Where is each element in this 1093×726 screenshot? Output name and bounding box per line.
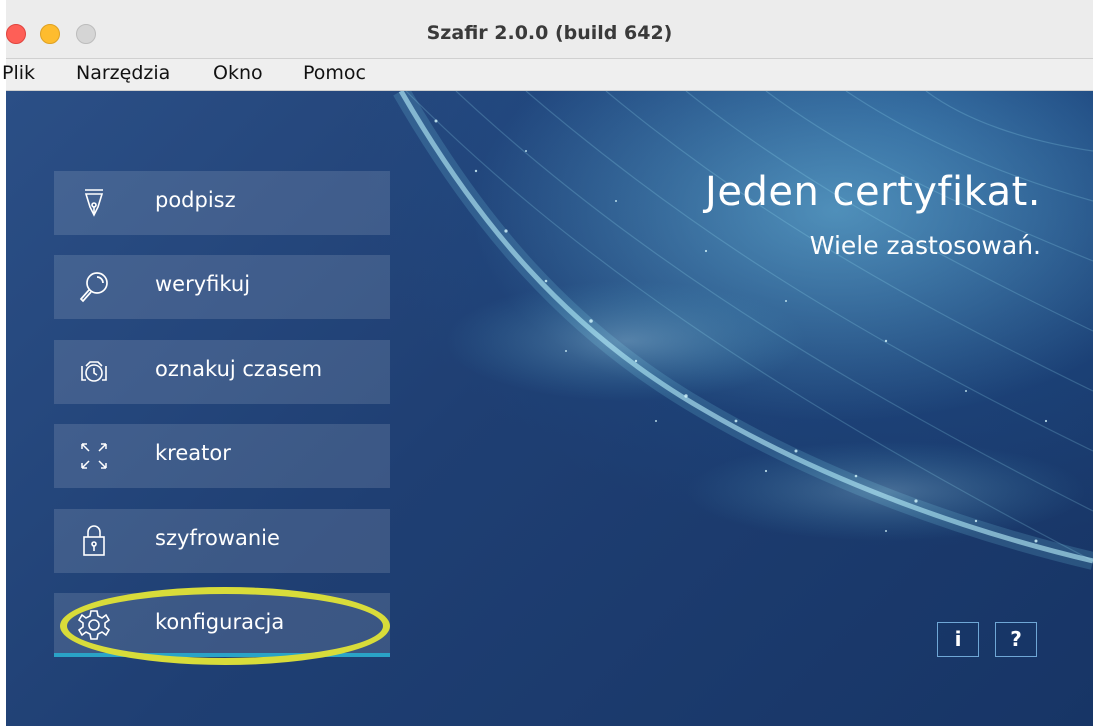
info-button[interactable]: i: [937, 622, 979, 657]
slogan-subline: Wiele zastosowań.: [809, 231, 1041, 260]
menu-okno[interactable]: Okno: [213, 62, 263, 84]
timestamp-label: oznakuj czasem: [155, 357, 323, 381]
menu-bar: Plik Narzędzia Okno Pomoc: [2, 59, 1093, 91]
expand-arrows-icon: [81, 443, 107, 469]
slogan-headline: Jeden certyfikat.: [705, 169, 1041, 215]
encryption-label: szyfrowanie: [155, 526, 280, 550]
wizard-label: kreator: [155, 441, 231, 465]
menu-narzedzia[interactable]: Narzędzia: [76, 62, 170, 84]
window-title: Szafir 2.0.0 (build 642): [426, 22, 673, 44]
help-button[interactable]: ?: [995, 622, 1037, 657]
magnifier-icon: [79, 272, 108, 303]
highlight-ellipse: [60, 587, 390, 665]
sign-label: podpisz: [155, 188, 236, 212]
encryption-button[interactable]: szyfrowanie: [54, 509, 390, 573]
title-bar: Szafir 2.0.0 (build 642): [6, 0, 1093, 59]
padlock-icon: [83, 525, 105, 556]
sign-button[interactable]: podpisz: [54, 171, 390, 235]
timestamp-clock-icon: [81, 361, 107, 382]
pen-nib-icon: [84, 189, 104, 217]
wizard-button[interactable]: kreator: [54, 424, 390, 488]
main-panel: podpisz weryfikuj oznakuj czasem kreator…: [6, 91, 1093, 726]
verify-label: weryfikuj: [155, 272, 251, 296]
verify-button[interactable]: weryfikuj: [54, 255, 390, 319]
menu-pomoc[interactable]: Pomoc: [303, 62, 366, 84]
menu-plik[interactable]: Plik: [2, 62, 35, 84]
timestamp-button[interactable]: oznakuj czasem: [54, 340, 390, 404]
